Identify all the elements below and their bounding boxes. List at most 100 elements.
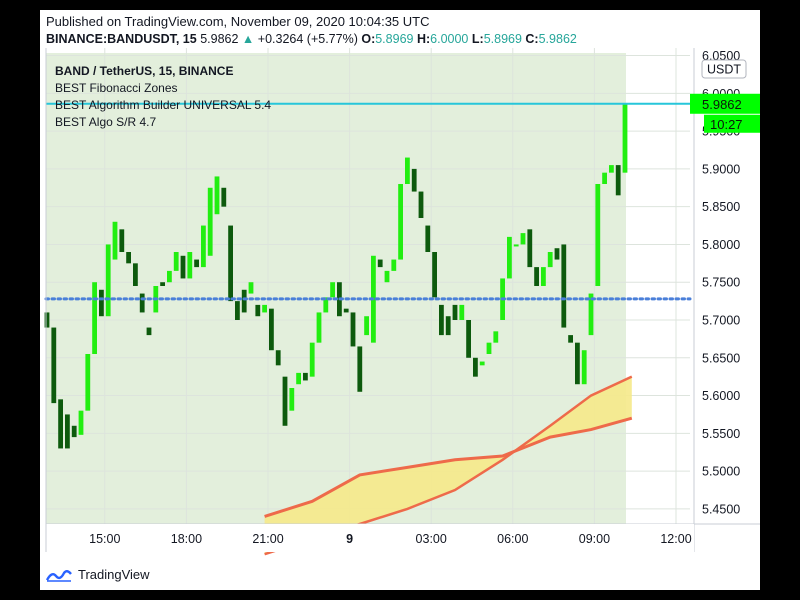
candle-body <box>493 331 499 343</box>
candle-body <box>58 399 63 449</box>
candle-body <box>289 388 295 411</box>
brand-name: TradingView <box>78 567 150 582</box>
candle-body <box>235 301 240 320</box>
candle-body <box>221 187 227 207</box>
candle-body <box>384 270 390 283</box>
candle-body <box>507 236 512 279</box>
candle-body <box>112 221 118 260</box>
candle-body <box>479 361 485 366</box>
time-tick-label: 12:00 <box>660 532 691 546</box>
candle-body <box>541 267 546 286</box>
time-tick-label: 21:00 <box>252 532 283 546</box>
price-tick-label: 5.8000 <box>702 238 740 252</box>
candle-body <box>445 316 451 336</box>
price-chart[interactable]: 5.4500 5.5000 5.5500 5.6000 5.6500 5.7000 5.75… <box>40 10 760 590</box>
candle-body <box>85 354 91 411</box>
candle-body <box>432 252 437 298</box>
candle-body <box>411 168 417 192</box>
candle-body <box>398 184 403 260</box>
candle-body <box>269 308 274 351</box>
time-tick-label: 15:00 <box>89 532 120 546</box>
candle-body <box>459 304 465 320</box>
currency-label: USDT <box>707 63 741 77</box>
candle-body <box>554 248 560 260</box>
candle-body <box>65 414 70 449</box>
candle-body <box>282 376 288 426</box>
candle-body <box>609 165 614 173</box>
candle-body <box>119 229 125 252</box>
legend-indicator-sr[interactable]: BEST Algo S/R 4.7 <box>55 115 156 129</box>
candle-body <box>194 259 199 268</box>
candle-body <box>241 289 247 313</box>
candle-body <box>622 103 628 173</box>
time-tick-label: 06:00 <box>497 532 528 546</box>
candle-body <box>167 270 172 283</box>
candle-body <box>78 410 84 435</box>
candle-body <box>520 233 526 245</box>
candle-body <box>180 255 186 279</box>
candle-body <box>343 308 349 313</box>
candle-body <box>201 225 206 268</box>
candle-body <box>262 304 267 313</box>
candle-body <box>126 252 131 264</box>
time-tick-label: 09:00 <box>579 532 610 546</box>
candle-body <box>296 372 301 385</box>
candle-body <box>255 304 261 317</box>
candle-body <box>316 312 322 343</box>
tradingview-logo-icon <box>46 569 72 582</box>
candle-body <box>377 259 383 268</box>
candle-body <box>357 346 363 392</box>
candle-body <box>160 282 165 286</box>
candle-body <box>228 225 233 302</box>
price-tick-label: 5.7500 <box>702 276 740 290</box>
candle-body <box>71 425 77 438</box>
candle-body <box>534 267 539 286</box>
candle-body <box>214 176 220 215</box>
candle-body <box>309 342 315 377</box>
countdown-label: 10:27 <box>710 117 743 132</box>
candle-body <box>391 259 397 271</box>
candle-body <box>602 172 607 184</box>
candle-body <box>405 157 410 184</box>
candle-body <box>275 350 281 366</box>
chart-snapshot: Published on TradingView.com, November 0… <box>40 10 760 590</box>
price-tick-label: 5.8500 <box>702 200 740 214</box>
price-tick-label: 5.5500 <box>702 427 740 441</box>
candle-body <box>207 187 213 256</box>
candle-body <box>575 342 580 385</box>
candle-body <box>99 289 104 317</box>
candle-body <box>527 229 533 268</box>
candle-body <box>466 320 471 358</box>
candle-body <box>473 357 478 377</box>
candle-body <box>513 244 519 247</box>
candle-body <box>581 350 587 385</box>
candle-body <box>486 342 492 354</box>
price-tick-label: 5.4500 <box>702 502 740 516</box>
candle-body <box>105 244 111 317</box>
candle-body <box>425 225 431 252</box>
candle-body <box>547 252 553 268</box>
price-tick-label: 5.7000 <box>702 314 740 328</box>
legend-indicator-algorithm-builder[interactable]: BEST Algorithm Builder UNIVERSAL 5.4 <box>55 98 271 112</box>
candle-body <box>92 282 97 354</box>
time-tick-label: 18:00 <box>171 532 202 546</box>
candle-body <box>51 327 57 404</box>
price-tick-label: 5.5000 <box>702 465 740 479</box>
candle-body <box>452 304 458 320</box>
candle-body <box>44 312 50 328</box>
candle-body <box>364 316 369 336</box>
legend-title: BAND / TetherUS, 15, BINANCE <box>55 64 234 78</box>
tradingview-brand[interactable]: TradingView <box>46 567 150 582</box>
candle-body <box>568 335 573 343</box>
price-tick-label: 5.9000 <box>702 162 740 176</box>
candle-body <box>173 252 179 271</box>
candle-body <box>561 244 567 328</box>
candle-body <box>146 327 152 336</box>
legend-indicator-fibonacci[interactable]: BEST Fibonacci Zones <box>55 81 178 95</box>
candle-body <box>595 184 601 286</box>
candle-body <box>187 252 193 279</box>
price-tick-label: 5.6500 <box>702 351 740 365</box>
candle-body <box>133 263 138 286</box>
candle-body <box>330 282 335 298</box>
candle-body <box>139 293 145 313</box>
